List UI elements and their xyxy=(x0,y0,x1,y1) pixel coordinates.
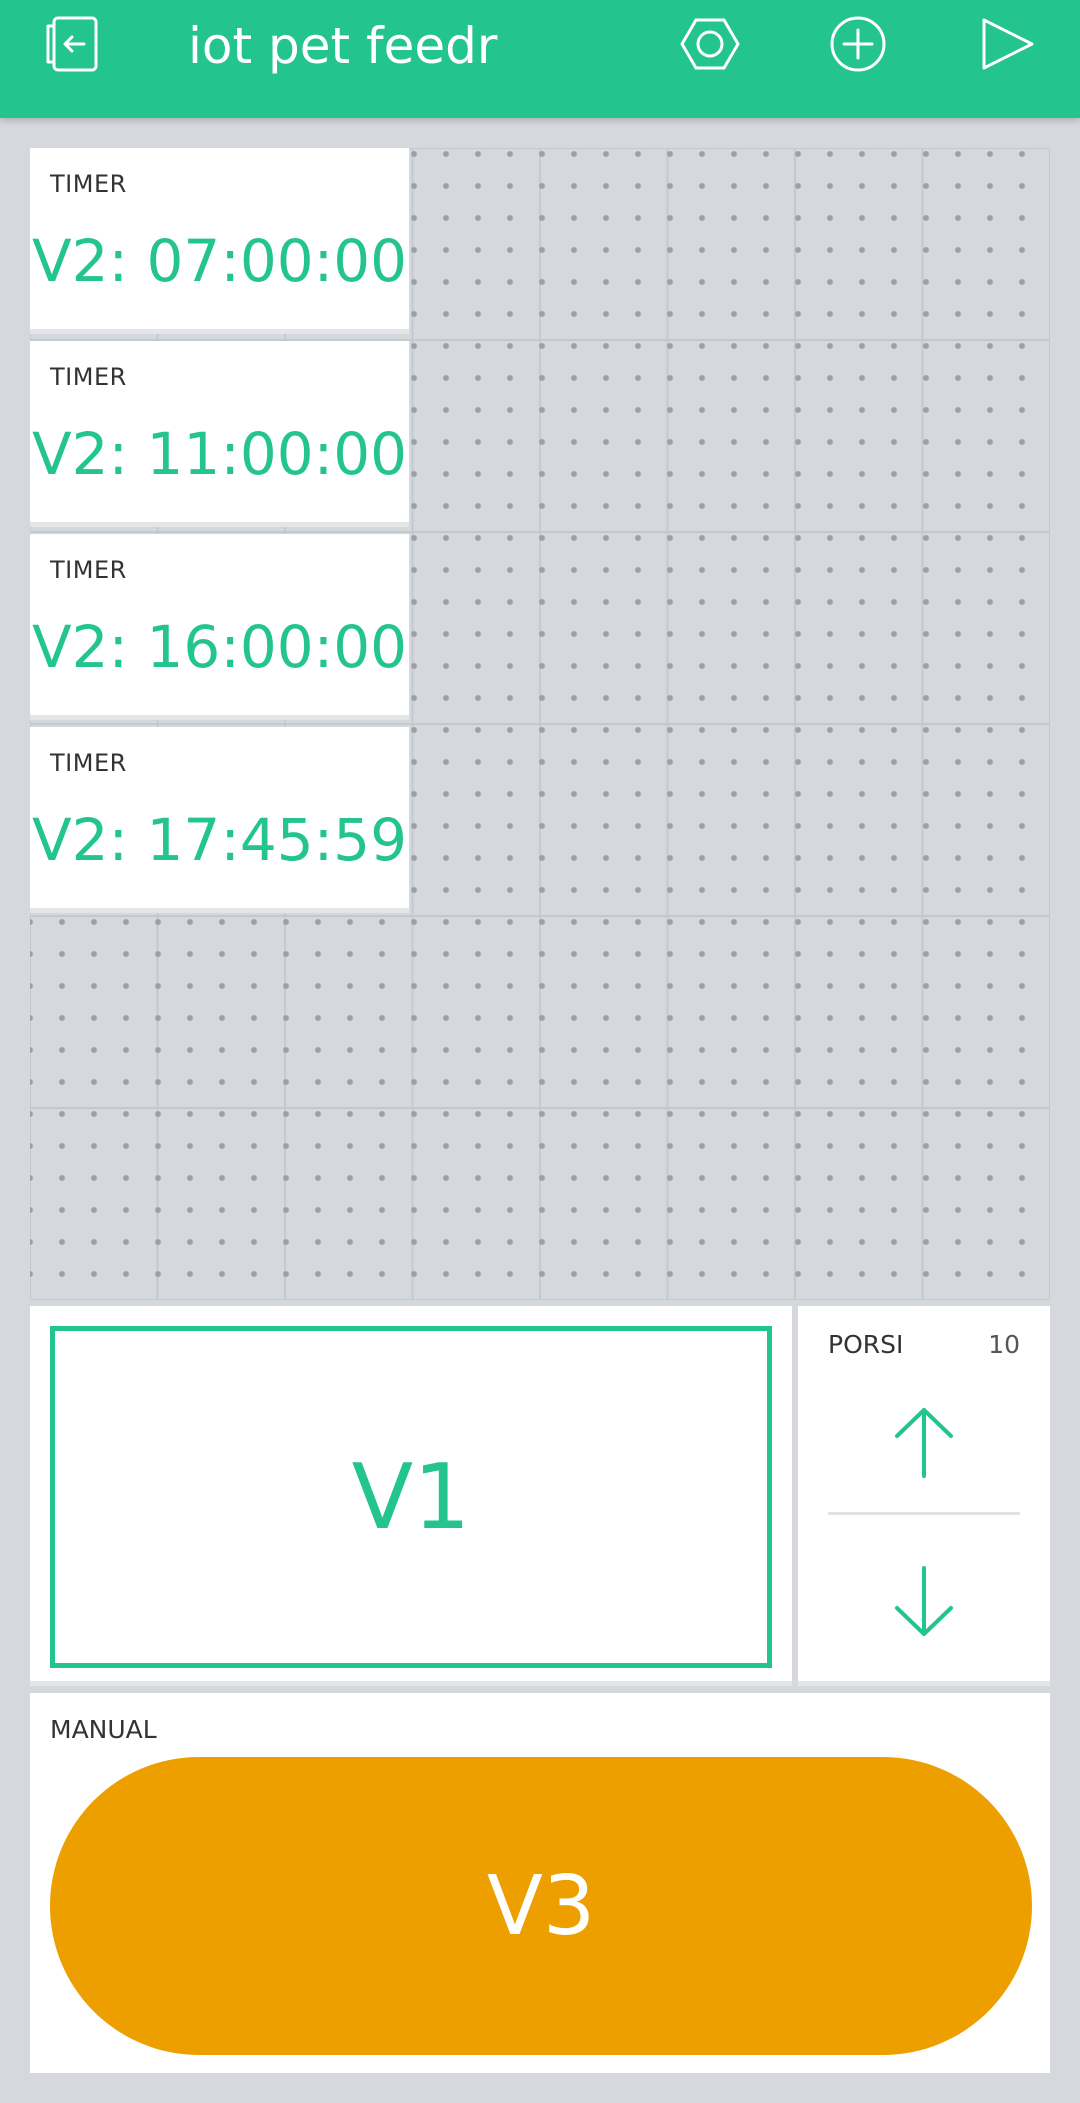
value-display-frame: V1 xyxy=(50,1326,772,1668)
timer-value: V2: 07:00:00 xyxy=(31,227,408,295)
exit-icon[interactable] xyxy=(40,12,108,80)
app-title: iot pet feedr xyxy=(188,17,498,75)
manual-button-widget: MANUAL V3 xyxy=(30,1693,1050,2073)
stepper-divider xyxy=(828,1512,1020,1515)
timer-widget[interactable]: TIMER V2: 07:00:00 xyxy=(30,148,409,334)
nut-settings-icon[interactable] xyxy=(676,12,744,80)
timer-label: TIMER xyxy=(50,556,127,584)
timer-label: TIMER xyxy=(50,749,127,777)
step-up-button[interactable] xyxy=(828,1382,1020,1502)
timer-widget[interactable]: TIMER V2: 17:45:59 xyxy=(30,727,409,913)
arrow-down-icon xyxy=(895,1566,953,1636)
timer-widget[interactable]: TIMER V2: 16:00:00 xyxy=(30,534,409,720)
manual-label: MANUAL xyxy=(50,1715,157,1744)
arrow-up-icon xyxy=(895,1408,953,1478)
manual-feed-button[interactable]: V3 xyxy=(50,1757,1032,2055)
timer-value: V2: 16:00:00 xyxy=(31,613,408,681)
timer-value: V2: 17:45:59 xyxy=(31,806,408,874)
top-bar: iot pet feedr xyxy=(0,0,1080,118)
add-icon[interactable] xyxy=(824,12,892,80)
porsi-stepper-widget: PORSI 10 xyxy=(798,1306,1050,1686)
value-display-text: V1 xyxy=(351,1444,471,1550)
stepper-label: PORSI xyxy=(828,1330,904,1359)
stepper-value: 10 xyxy=(988,1330,1020,1359)
manual-button-label: V3 xyxy=(486,1858,596,1954)
play-icon[interactable] xyxy=(972,12,1040,80)
timer-label: TIMER xyxy=(50,363,127,391)
step-down-button[interactable] xyxy=(828,1542,1020,1662)
timer-widget[interactable]: TIMER V2: 11:00:00 xyxy=(30,341,409,527)
timer-label: TIMER xyxy=(50,170,127,198)
timer-value: V2: 11:00:00 xyxy=(31,420,408,488)
value-display-widget[interactable]: V1 xyxy=(30,1306,792,1686)
